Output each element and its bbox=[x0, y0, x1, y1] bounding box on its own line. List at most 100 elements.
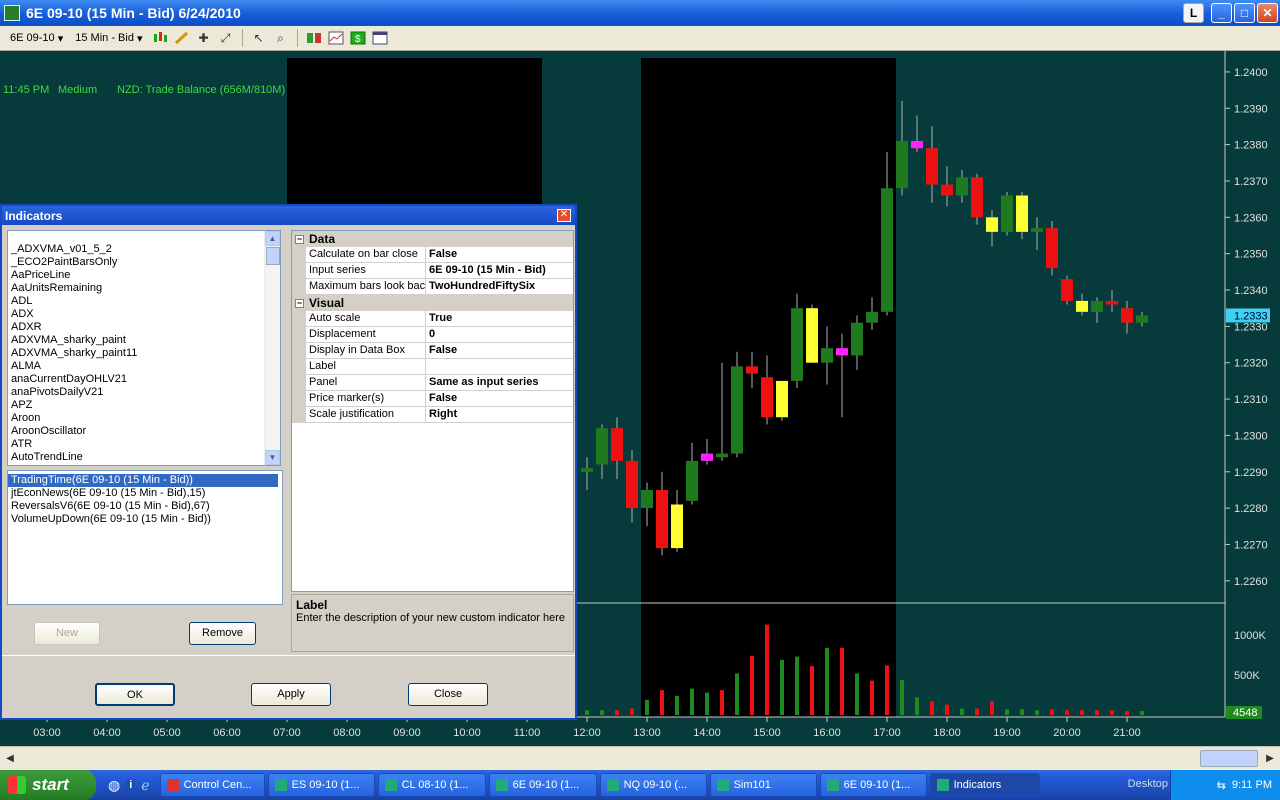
list-item[interactable]: _ECO2PaintBarsOnly bbox=[8, 256, 280, 269]
list-item[interactable]: _ADXVMA_v01_5_2 bbox=[8, 243, 280, 256]
category-data[interactable]: − Data bbox=[292, 231, 573, 247]
time-tick-label: 13:00 bbox=[633, 727, 661, 739]
zoom-in-icon[interactable]: ✚ bbox=[195, 29, 213, 47]
property-row[interactable]: Label bbox=[292, 359, 573, 375]
list-item[interactable]: anaPivotsDailyV21 bbox=[8, 386, 280, 399]
list-item[interactable]: AroonOscillator bbox=[8, 425, 280, 438]
browser-icon[interactable]: ℯ bbox=[141, 777, 149, 794]
property-row[interactable]: Maximum bars look back TwoHundredFiftySix bbox=[292, 279, 573, 295]
list-item[interactable]: AaPriceLine bbox=[8, 269, 280, 282]
apply-button[interactable]: Apply bbox=[251, 683, 331, 706]
desktop-toolbar[interactable]: Desktop bbox=[1128, 778, 1168, 790]
network-icon[interactable]: ⇆ bbox=[1217, 779, 1226, 792]
list-item[interactable]: anaCurrentDayOHLV21 bbox=[8, 373, 280, 386]
property-row[interactable]: Displacement 0 bbox=[292, 327, 573, 343]
applied-indicator-item[interactable]: ReversalsV6(6E 09-10 (15 Min - Bid),67) bbox=[8, 500, 282, 513]
indicator-icon[interactable] bbox=[327, 29, 345, 47]
properties-icon[interactable] bbox=[371, 29, 389, 47]
taskbar-button[interactable]: Sim101 bbox=[709, 773, 817, 797]
property-row[interactable]: Input series 6E 09-10 (15 Min - Bid) bbox=[292, 263, 573, 279]
globe-icon[interactable]: ◍ bbox=[108, 777, 120, 794]
property-row[interactable]: Scale justification Right bbox=[292, 407, 573, 423]
applied-indicator-item[interactable]: jtEconNews(6E 09-10 (15 Min - Bid),15) bbox=[8, 487, 282, 500]
applied-indicators-list[interactable]: TradingTime(6E 09-10 (15 Min - Bid)) jtEc… bbox=[7, 470, 283, 605]
category-visual[interactable]: − Visual bbox=[292, 295, 573, 311]
property-value[interactable]: False bbox=[426, 391, 573, 406]
property-row[interactable]: Panel Same as input series bbox=[292, 375, 573, 391]
info-icon[interactable]: i bbox=[126, 779, 136, 791]
available-indicators-list[interactable]: _ADXVMA_v01_5_2 _ECO2PaintBarsOnly AaPrice… bbox=[7, 230, 281, 466]
chart-toolbar: 6E 09-10 ▾ 15 Min - Bid ▾ ✚ ⤢ ↖ ⌕ $ bbox=[0, 26, 1280, 51]
zoom-out-icon[interactable]: ⤢ bbox=[217, 29, 235, 47]
magnifier-icon[interactable]: ⌕ bbox=[272, 29, 290, 47]
property-value[interactable]: True bbox=[426, 311, 573, 326]
property-value[interactable]: False bbox=[426, 343, 573, 358]
ok-button[interactable]: OK bbox=[95, 683, 175, 706]
new-button[interactable]: New bbox=[34, 622, 100, 645]
volume-bar bbox=[945, 704, 949, 715]
taskbar-button[interactable]: 6E 09-10 (1... bbox=[488, 773, 597, 797]
property-row[interactable]: Display in Data Box False bbox=[292, 343, 573, 359]
scroll-thumb[interactable] bbox=[1200, 750, 1258, 767]
list-item[interactable]: APZ bbox=[8, 399, 280, 412]
candle-body bbox=[881, 188, 893, 312]
property-value[interactable]: 6E 09-10 (15 Min - Bid) bbox=[426, 263, 573, 278]
close-button[interactable]: Close bbox=[408, 683, 488, 706]
property-row[interactable]: Calculate on bar close False bbox=[292, 247, 573, 263]
time-tick-label: 20:00 bbox=[1053, 727, 1081, 739]
instrument-selector[interactable]: 6E 09-10 ▾ bbox=[6, 29, 67, 48]
property-value[interactable]: Same as input series bbox=[426, 375, 573, 390]
taskbar-button[interactable]: CL 08-10 (1... bbox=[377, 773, 486, 797]
candle-body bbox=[641, 489, 653, 509]
property-row[interactable]: Auto scale True bbox=[292, 311, 573, 327]
scroll-down-icon[interactable]: ▼ bbox=[265, 450, 280, 465]
collapse-icon[interactable]: − bbox=[295, 234, 304, 244]
property-value[interactable]: TwoHundredFiftySix bbox=[426, 279, 573, 294]
list-item[interactable]: ADXR bbox=[8, 321, 280, 334]
property-value[interactable]: False bbox=[426, 247, 573, 262]
cursor-icon[interactable]: ↖ bbox=[250, 29, 268, 47]
list-item[interactable]: ADX bbox=[8, 308, 280, 321]
applied-indicator-item[interactable]: VolumeUpDown(6E 09-10 (15 Min - Bid)) bbox=[8, 513, 282, 526]
dollar-icon[interactable]: $ bbox=[349, 29, 367, 47]
list-item[interactable]: AaUnitsRemaining bbox=[8, 282, 280, 295]
list-item[interactable]: ADL bbox=[8, 295, 280, 308]
interval-selector[interactable]: 15 Min - Bid ▾ bbox=[71, 29, 146, 48]
list-item[interactable]: ADXVMA_sharky_paint11 bbox=[8, 347, 280, 360]
candlestick-icon[interactable] bbox=[151, 29, 169, 47]
taskbar-button[interactable]: Control Cen... bbox=[159, 773, 265, 797]
time-tick-label: 03:00 bbox=[33, 727, 61, 739]
maximize-button[interactable]: □ bbox=[1234, 3, 1255, 23]
chart-horizontal-scrollbar[interactable]: ◀ ▶ bbox=[0, 746, 1280, 770]
property-value[interactable]: 0 bbox=[426, 327, 573, 342]
taskbar-button[interactable]: NQ 09-10 (... bbox=[599, 773, 707, 797]
collapse-icon[interactable]: − bbox=[295, 298, 304, 308]
pencil-icon[interactable] bbox=[173, 29, 191, 47]
list-item[interactable]: AutoTrendLine bbox=[8, 451, 280, 464]
list-scrollbar[interactable]: ▲ ▼ bbox=[264, 231, 280, 465]
applied-indicator-item[interactable]: TradingTime(6E 09-10 (15 Min - Bid)) bbox=[8, 474, 278, 487]
scroll-thumb[interactable] bbox=[266, 247, 280, 265]
property-value[interactable]: Right bbox=[426, 407, 573, 422]
strategy-icon[interactable] bbox=[305, 29, 323, 47]
taskbar-button[interactable]: 6E 09-10 (1... bbox=[819, 773, 927, 797]
property-grid[interactable]: − Data Calculate on bar close False Input s… bbox=[291, 230, 574, 592]
list-item[interactable]: Aroon bbox=[8, 412, 280, 425]
list-item[interactable]: ADXVMA_sharky_paint bbox=[8, 334, 280, 347]
taskbar-button[interactable]: Indicators bbox=[929, 773, 1040, 797]
minimize-button[interactable]: _ bbox=[1211, 3, 1232, 23]
scroll-up-icon[interactable]: ▲ bbox=[265, 231, 280, 246]
link-button[interactable]: L bbox=[1183, 3, 1204, 23]
list-item[interactable]: ATR bbox=[8, 438, 280, 451]
close-window-button[interactable]: ✕ bbox=[1257, 3, 1278, 23]
list-item[interactable]: ALMA bbox=[8, 360, 280, 373]
property-value[interactable] bbox=[426, 359, 573, 374]
remove-button[interactable]: Remove bbox=[189, 622, 256, 645]
close-icon[interactable]: ✕ bbox=[557, 209, 571, 222]
scroll-right-icon[interactable]: ▶ bbox=[1262, 750, 1278, 767]
scroll-left-icon[interactable]: ◀ bbox=[2, 750, 18, 767]
property-row[interactable]: Price marker(s) False bbox=[292, 391, 573, 407]
app-icon bbox=[716, 779, 729, 791]
start-button[interactable]: start bbox=[0, 770, 96, 800]
taskbar-button[interactable]: ES 09-10 (1... bbox=[267, 773, 375, 797]
